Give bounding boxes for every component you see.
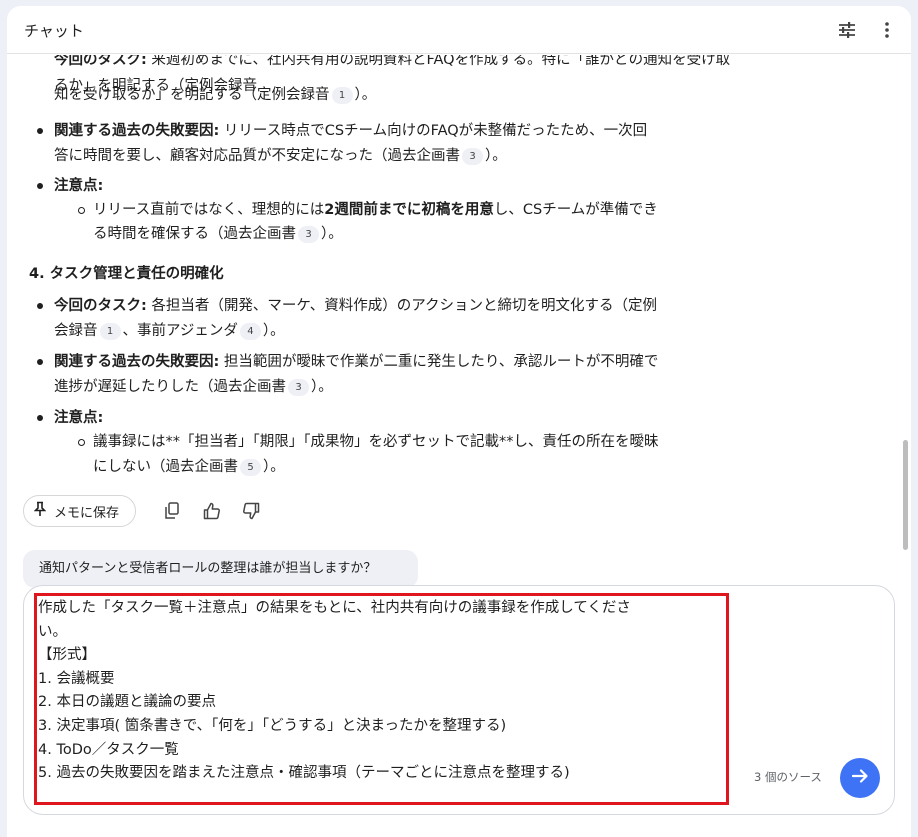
pin-icon [33, 501, 47, 521]
close-paren: ）。 [321, 226, 343, 242]
bullet-text: 会録音 [54, 323, 98, 339]
citation-chip[interactable]: 3 [462, 148, 483, 165]
bullet-ring [78, 439, 85, 446]
thumbs-down-icon[interactable] [240, 500, 262, 522]
chat-content: 今回のタスク: 来週初めまでに、社内共有用の説明資料とFAQを作成する。特に「誰… [7, 55, 911, 837]
bullet-dot [37, 128, 43, 134]
bullet-dot [37, 415, 43, 421]
chat-header: チャット [7, 6, 911, 54]
close-paren: ）。 [262, 323, 285, 339]
close-paren: ）。 [263, 459, 285, 475]
suggested-question-chip[interactable]: 通知パターンと受信者ロールの整理は誰が担当しますか？ [23, 550, 418, 588]
send-button[interactable] [840, 758, 880, 798]
citation-chip[interactable]: 1 [99, 323, 121, 340]
citation-chip[interactable]: 1 [331, 87, 353, 104]
bullet-text: 担当範囲が曖昧で作業が二重に発生したり、承認ルートが不明確で [219, 354, 659, 370]
close-paren: ）。 [354, 87, 377, 103]
sub-text: にしない（過去企画書 [93, 459, 238, 475]
sub-text: 議事録には**「担当者」「期限」「成果物」を必ずセットで記載**し、責任の所在を… [93, 434, 659, 450]
source-count: 3 個のソース [754, 770, 822, 784]
bullet-label: 今回のタスク: [54, 298, 147, 314]
chat-input-field[interactable]: 作成した「タスク一覧＋注意点」の結果をもとに、社内共有向けの議事録を作成してくだ… [38, 597, 708, 786]
partial-text-line2: 知を受け取るか」を明記する（定例会録音 [54, 87, 330, 103]
arrow-right-icon [850, 766, 870, 790]
close-paren: ）。 [311, 379, 333, 395]
chat-input-box[interactable]: 作成した「タスク一覧＋注意点」の結果をもとに、社内共有向けの議事録を作成してくだ… [23, 585, 895, 815]
tune-icon[interactable] [835, 18, 859, 42]
citation-chip[interactable]: 4 [239, 323, 261, 340]
bullet-dot [37, 303, 43, 309]
citation-chip[interactable]: 3 [288, 379, 309, 396]
chat-panel: チャット 今回のタスク: 来週初めまでに、社内共有用の説明資料とFAQを作成する… [7, 6, 911, 837]
sub-text: リリース直前ではなく、理想的には [93, 202, 325, 218]
scrollbar[interactable] [903, 440, 908, 550]
bullet-label: 関連する過去の失敗要因: [54, 123, 220, 139]
sub-text: し、CSチームが準備でき [493, 202, 658, 218]
copy-icon[interactable] [161, 500, 183, 522]
bullet-ring [78, 207, 85, 214]
bullet-label: 注意点: [54, 178, 104, 194]
partial-label: 今回のタスク: [54, 55, 147, 68]
section-heading: 4. タスク管理と責任の明確化 [29, 266, 224, 282]
bullet-label: 関連する過去の失敗要因: [54, 354, 220, 370]
thumbs-up-icon[interactable] [201, 500, 223, 522]
save-to-note-button[interactable]: メモに保存 [23, 495, 136, 527]
bullet-text: 各担当者（開発、マーケ、資料作成）のアクションと締切を明文化する（定例 [146, 298, 658, 314]
close-paren: ）。 [485, 148, 507, 164]
bullet-text: リリース時点でCSチーム向けのFAQが未整備だったため、一次回 [219, 123, 648, 139]
bullet-label: 注意点: [54, 410, 104, 426]
bullet-text: 、事前アジェンダ [122, 323, 238, 339]
bullet-text: 進捗が遅延したりした（過去企画書 [54, 379, 286, 395]
bullet-text: 答に時間を要し、顧客対応品質が不安定になった（過去企画書 [54, 148, 460, 164]
sub-bold: 2週間前までに初稿を用意 [324, 202, 494, 218]
sub-text: る時間を確保する（過去企画書 [93, 226, 296, 242]
bullet-dot [37, 183, 43, 189]
chat-title: チャット [24, 22, 84, 40]
citation-chip[interactable]: 3 [298, 226, 319, 243]
citation-chip[interactable]: 5 [240, 459, 261, 476]
bullet-dot [37, 359, 43, 365]
save-to-note-label: メモに保存 [54, 505, 120, 521]
more-vert-icon[interactable] [875, 18, 899, 42]
